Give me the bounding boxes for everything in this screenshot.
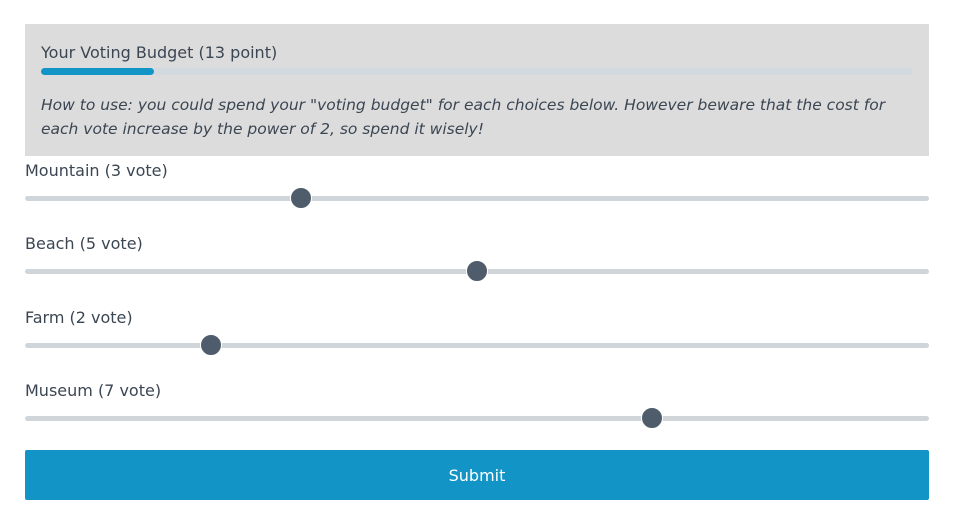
choice-beach: Beach (5 vote) — [25, 234, 929, 284]
budget-title: Your Voting Budget (13 point) — [41, 43, 278, 62]
choice-label: Museum (7 vote) — [25, 381, 162, 400]
voting-budget-panel: Your Voting Budget (13 point) How to use… — [25, 24, 929, 156]
budget-progress-bar — [41, 68, 913, 75]
budget-help-text: How to use: you could spend your "voting… — [41, 96, 886, 138]
choice-label: Mountain (3 vote) — [25, 161, 168, 180]
museum-slider-track[interactable] — [25, 416, 929, 421]
mountain-slider-thumb[interactable] — [289, 187, 312, 209]
choice-museum: Museum (7 vote) — [25, 381, 929, 431]
choice-label: Farm (2 vote) — [25, 308, 133, 327]
choice-label: Beach (5 vote) — [25, 234, 143, 253]
choice-farm: Farm (2 vote) — [25, 308, 929, 358]
farm-slider-track[interactable] — [25, 343, 929, 348]
museum-slider-thumb[interactable] — [641, 407, 664, 429]
submit-button[interactable]: Submit — [25, 450, 929, 500]
beach-slider-thumb[interactable] — [466, 260, 488, 282]
farm-slider-thumb[interactable] — [200, 334, 223, 356]
budget-progress-fill — [41, 68, 155, 75]
mountain-slider-track[interactable] — [25, 196, 929, 201]
choice-mountain: Mountain (3 vote) — [25, 161, 929, 211]
